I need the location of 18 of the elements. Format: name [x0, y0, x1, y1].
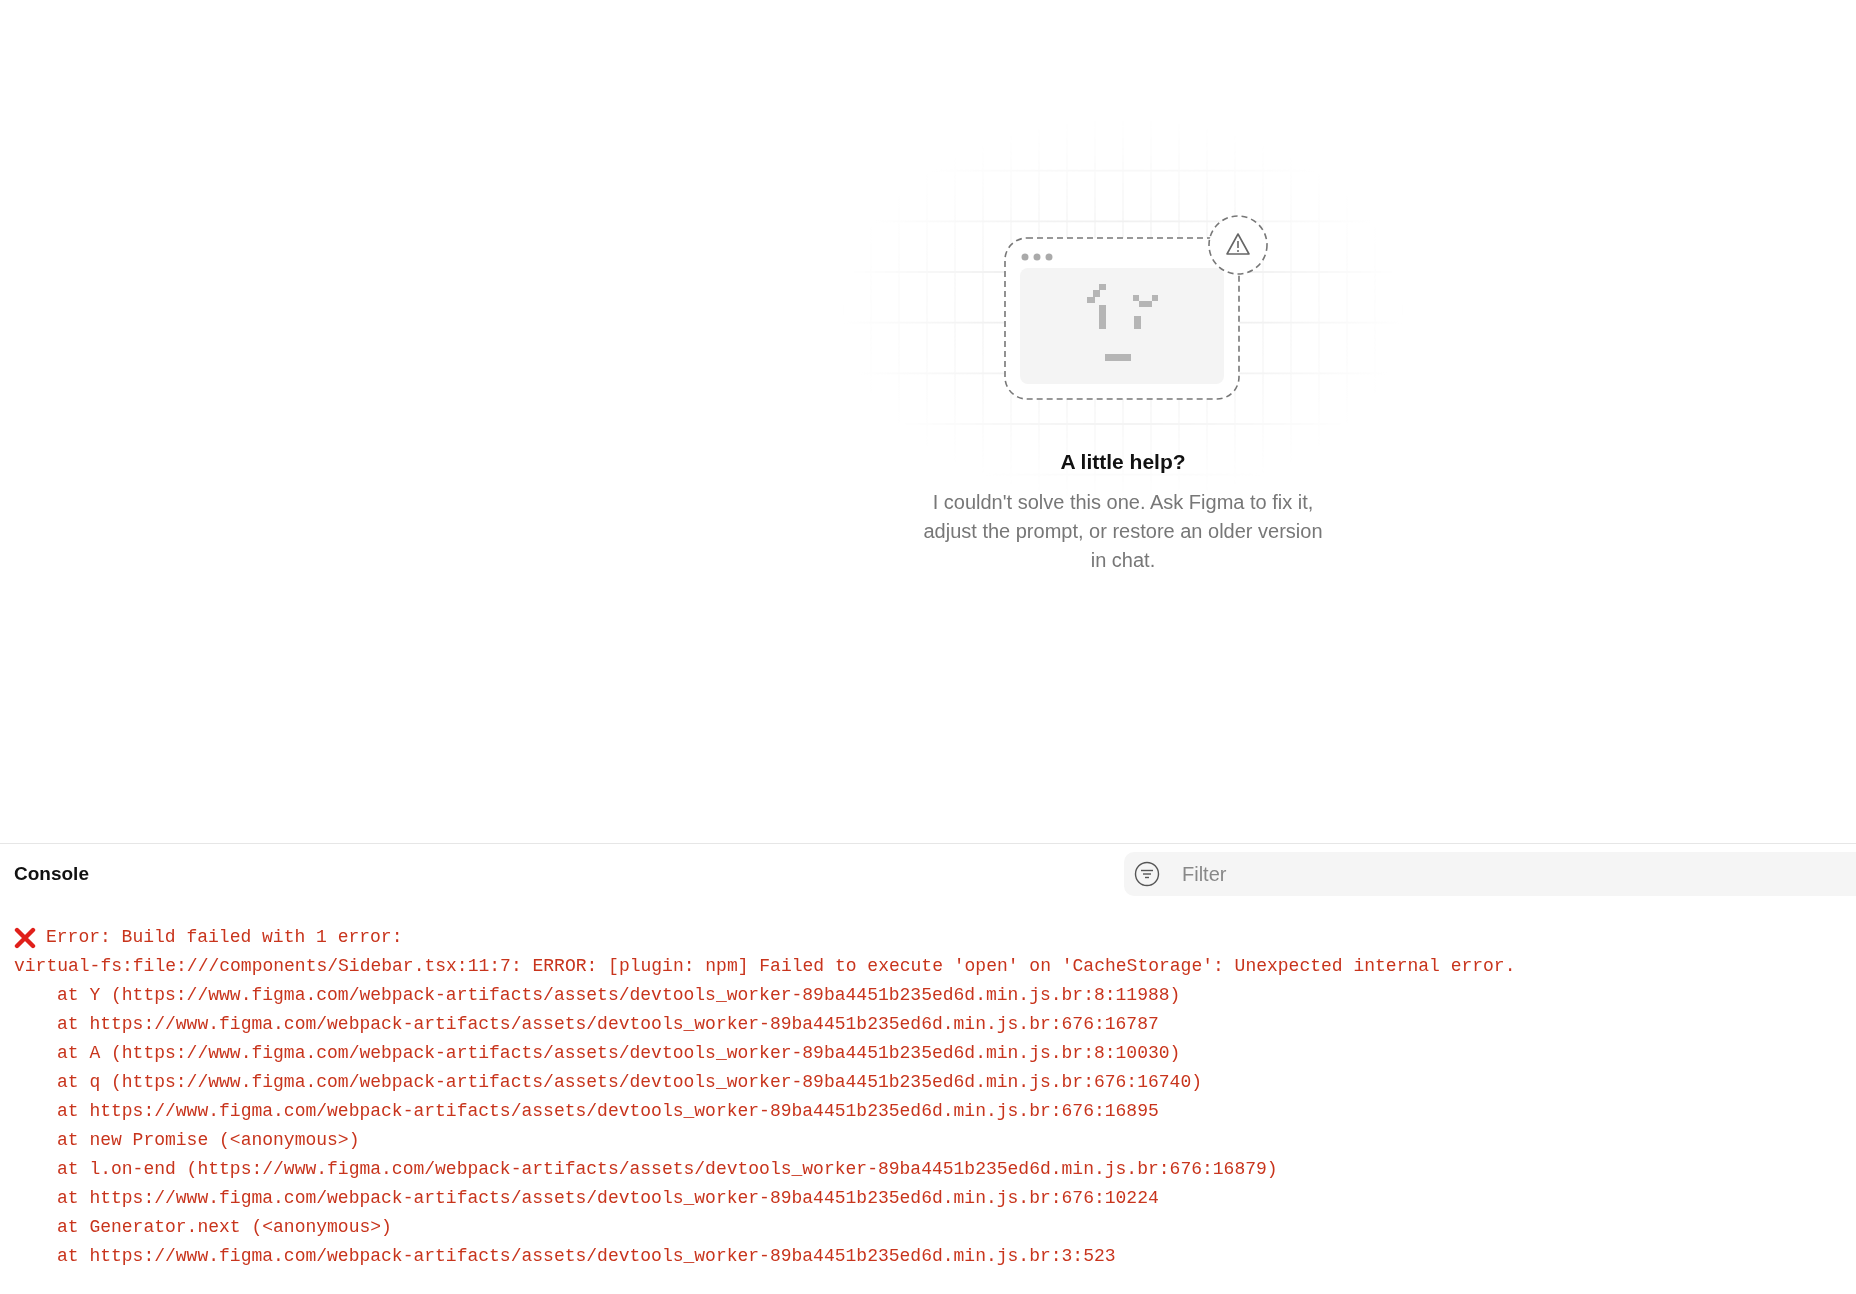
error-detail: virtual-fs:file:///components/Sidebar.tsx:11:7: ERROR: [plugin: npm] Failed to execute 'open' on 'CacheStorage': Unexpected internal error.	[14, 955, 1516, 978]
stack-frame: at A (https://www.figma.com/webpack-artifacts/assets/devtools_worker-89ba4451b235ed6d.min.js.br:8:10030)	[57, 1039, 1181, 1068]
console-title: Console	[14, 861, 89, 886]
stack-frame: at https://www.figma.com/webpack-artifacts/assets/devtools_worker-89ba4451b235ed6d.min.js.br:3:523	[57, 1242, 1116, 1271]
stack-frame: at new Promise (<anonymous>)	[57, 1126, 360, 1155]
stack-frame: at q (https://www.figma.com/webpack-artifacts/assets/devtools_worker-89ba4451b235ed6d.min.js.br:676:16740)	[57, 1068, 1202, 1097]
stack-frame: at https://www.figma.com/webpack-artifacts/assets/devtools_worker-89ba4451b235ed6d.min.js.br:676:16787	[57, 1010, 1159, 1039]
stack-frame: at https://www.figma.com/webpack-artifacts/assets/devtools_worker-89ba4451b235ed6d.min.js.br:676:10224	[57, 1184, 1159, 1213]
filter-field[interactable]: Filter	[1124, 852, 1856, 896]
filter-icon	[1134, 861, 1160, 887]
empty-state-message: I couldn't solve this one. Ask Figma to fix it, adjust the prompt, or restore an older version in chat.	[922, 489, 1324, 573]
stack-frame: at https://www.figma.com/webpack-artifacts/assets/devtools_worker-89ba4451b235ed6d.min.js.br:676:16895	[57, 1097, 1159, 1126]
empty-state-title: A little help?	[1060, 449, 1186, 475]
stack-frame: at Y (https://www.figma.com/webpack-artifacts/assets/devtools_worker-89ba4451b235ed6d.min.js.br:8:11988)	[57, 981, 1181, 1010]
error-message: Error: Build failed with 1 error:	[46, 926, 403, 949]
error-x-icon	[14, 926, 36, 949]
stack-frame: at Generator.next (<anonymous>)	[57, 1213, 392, 1242]
stack-frame: at l.on-end (https://www.figma.com/webpack-artifacts/assets/devtools_worker-89ba4451b235ed6d.min.js.br:676:16879)	[57, 1155, 1278, 1184]
